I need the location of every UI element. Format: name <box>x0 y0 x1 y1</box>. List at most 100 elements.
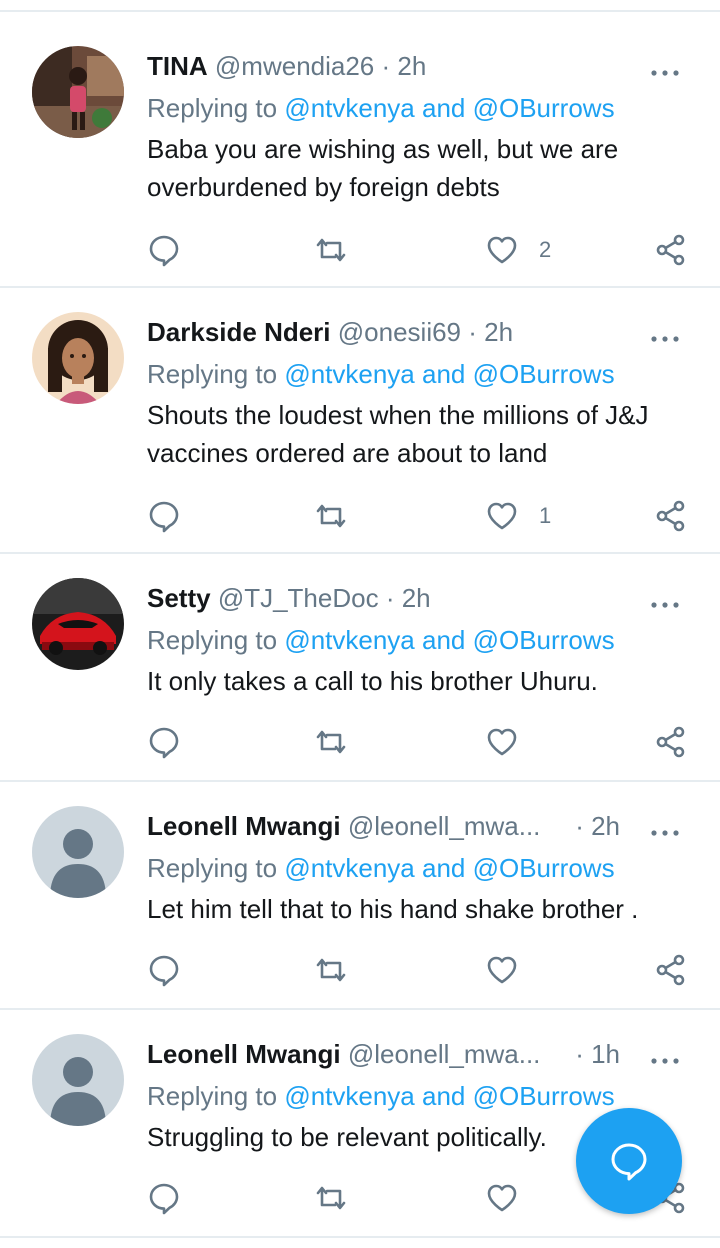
share-icon <box>656 726 685 758</box>
replying-mentions-link[interactable]: @ntvkenya and @OBurrows <box>284 93 614 123</box>
like-button[interactable]: 2 <box>485 230 551 270</box>
retweet-icon <box>316 504 346 528</box>
retweet-button[interactable] <box>314 1178 348 1218</box>
avatar[interactable] <box>32 312 124 404</box>
like-count: 1 <box>539 503 552 528</box>
retweet-button[interactable] <box>314 496 348 536</box>
timestamp[interactable]: 2h <box>484 317 513 347</box>
tweet-header: Setty @TJ_TheDoc · 2h <box>147 580 680 616</box>
reply-icon <box>149 955 179 987</box>
like-button[interactable]: 1 <box>485 496 551 536</box>
reply-button[interactable] <box>147 950 181 990</box>
replying-to: Replying to @ntvkenya and @OBurrows <box>147 1078 615 1114</box>
compose-reply-button[interactable] <box>576 1108 682 1214</box>
reply-icon <box>149 727 179 759</box>
user-handle[interactable]: @TJ_TheDoc <box>218 583 379 613</box>
share-icon <box>656 954 685 986</box>
heart-icon <box>487 502 517 530</box>
user-handle[interactable]: @onesii69 <box>338 317 461 347</box>
reply-icon <box>149 501 179 533</box>
replying-label: Replying to <box>147 1081 278 1111</box>
separator-dot: · <box>374 51 398 81</box>
more-options-icon[interactable] <box>650 588 680 608</box>
timestamp[interactable]: 2h <box>397 51 426 81</box>
tweet-header: Leonell Mwangi @leonell_mwa... · 1h <box>147 1036 680 1072</box>
tweet[interactable]: Darkside Nderi @onesii69 · 2h Replying t… <box>0 288 720 554</box>
heart-icon <box>487 236 517 264</box>
reply-icon <box>149 1183 179 1215</box>
heart-icon <box>487 1184 517 1212</box>
replying-to: Replying to @ntvkenya and @OBurrows <box>147 356 615 392</box>
reply-button[interactable] <box>147 722 181 762</box>
replying-to: Replying to @ntvkenya and @OBurrows <box>147 622 615 658</box>
tweet-header: Darkside Nderi @onesii69 · 2h <box>147 314 680 350</box>
display-name[interactable]: Leonell Mwangi <box>147 811 341 841</box>
top-divider <box>0 10 720 12</box>
tweet-text: Baba you are wishing as well, but we are… <box>147 134 619 202</box>
more-options-icon[interactable] <box>650 816 680 836</box>
tweet[interactable]: TINA @mwendia26 · 2h Replying to @ntvken… <box>0 22 720 288</box>
avatar[interactable] <box>32 46 124 138</box>
replying-mentions-link[interactable]: @ntvkenya and @OBurrows <box>284 359 614 389</box>
tweet[interactable]: Leonell Mwangi @leonell_mwa... · 2h Repl… <box>0 782 720 1010</box>
replying-label: Replying to <box>147 359 278 389</box>
user-handle[interactable]: @leonell_mwa... <box>348 1039 541 1069</box>
retweet-button[interactable] <box>314 230 348 270</box>
tweet-text: It only takes a call to his brother Uhur… <box>147 666 598 696</box>
like-count: 2 <box>539 237 552 262</box>
reply-button[interactable] <box>147 1178 181 1218</box>
reply-button[interactable] <box>147 230 181 270</box>
red-car-icon <box>32 578 124 670</box>
share-button[interactable] <box>654 722 688 762</box>
avatar[interactable] <box>32 806 124 898</box>
retweet-icon <box>316 1186 346 1210</box>
retweet-icon <box>316 238 346 262</box>
replying-mentions-link[interactable]: @ntvkenya and @OBurrows <box>284 853 614 883</box>
tweet-actions <box>147 950 692 990</box>
separator-dot: · <box>378 583 402 613</box>
divider <box>0 1236 720 1238</box>
default-avatar-icon <box>32 1034 124 1126</box>
replying-label: Replying to <box>147 853 278 883</box>
timestamp[interactable]: 1h <box>591 1039 620 1069</box>
tweet[interactable]: Setty @TJ_TheDoc · 2h Replying to @ntvke… <box>0 554 720 782</box>
share-button[interactable] <box>654 230 688 270</box>
replying-mentions-link[interactable]: @ntvkenya and @OBurrows <box>284 1081 614 1111</box>
retweet-button[interactable] <box>314 950 348 990</box>
avatar[interactable] <box>32 578 124 670</box>
replying-to: Replying to @ntvkenya and @OBurrows <box>147 90 615 126</box>
display-name[interactable]: Darkside Nderi <box>147 317 331 347</box>
user-handle[interactable]: @leonell_mwa... <box>348 811 541 841</box>
replying-to: Replying to @ntvkenya and @OBurrows <box>147 850 615 886</box>
share-icon <box>656 500 685 532</box>
tweet-text: Shouts the loudest when the millions of … <box>147 400 649 468</box>
retweet-button[interactable] <box>314 722 348 762</box>
replying-mentions-link[interactable]: @ntvkenya and @OBurrows <box>284 625 614 655</box>
display-name[interactable]: Setty <box>147 583 211 613</box>
time-group: · 2h <box>575 808 620 844</box>
photo-woman-icon <box>32 46 124 138</box>
display-name[interactable]: TINA <box>147 51 208 81</box>
tweet-actions: 2 <box>147 230 692 270</box>
reply-button[interactable] <box>147 496 181 536</box>
more-options-icon[interactable] <box>650 1044 680 1064</box>
share-button[interactable] <box>654 496 688 536</box>
like-button[interactable] <box>485 1178 539 1218</box>
more-options-icon[interactable] <box>650 322 680 342</box>
like-button[interactable] <box>485 722 539 762</box>
separator-dot: · <box>575 1039 592 1069</box>
share-icon <box>656 234 685 266</box>
tweet-header: Leonell Mwangi @leonell_mwa... · 2h <box>147 808 680 844</box>
tweet-text: Let him tell that to his hand shake brot… <box>147 894 639 924</box>
share-button[interactable] <box>654 950 688 990</box>
like-button[interactable] <box>485 950 539 990</box>
avatar[interactable] <box>32 1034 124 1126</box>
more-options-icon[interactable] <box>650 56 680 76</box>
timestamp[interactable]: 2h <box>591 811 620 841</box>
heart-icon <box>487 728 517 756</box>
compose-reply-icon <box>611 1143 647 1181</box>
illustrated-woman-icon <box>32 312 124 404</box>
display-name[interactable]: Leonell Mwangi <box>147 1039 341 1069</box>
timestamp[interactable]: 2h <box>402 583 431 613</box>
user-handle[interactable]: @mwendia26 <box>215 51 374 81</box>
